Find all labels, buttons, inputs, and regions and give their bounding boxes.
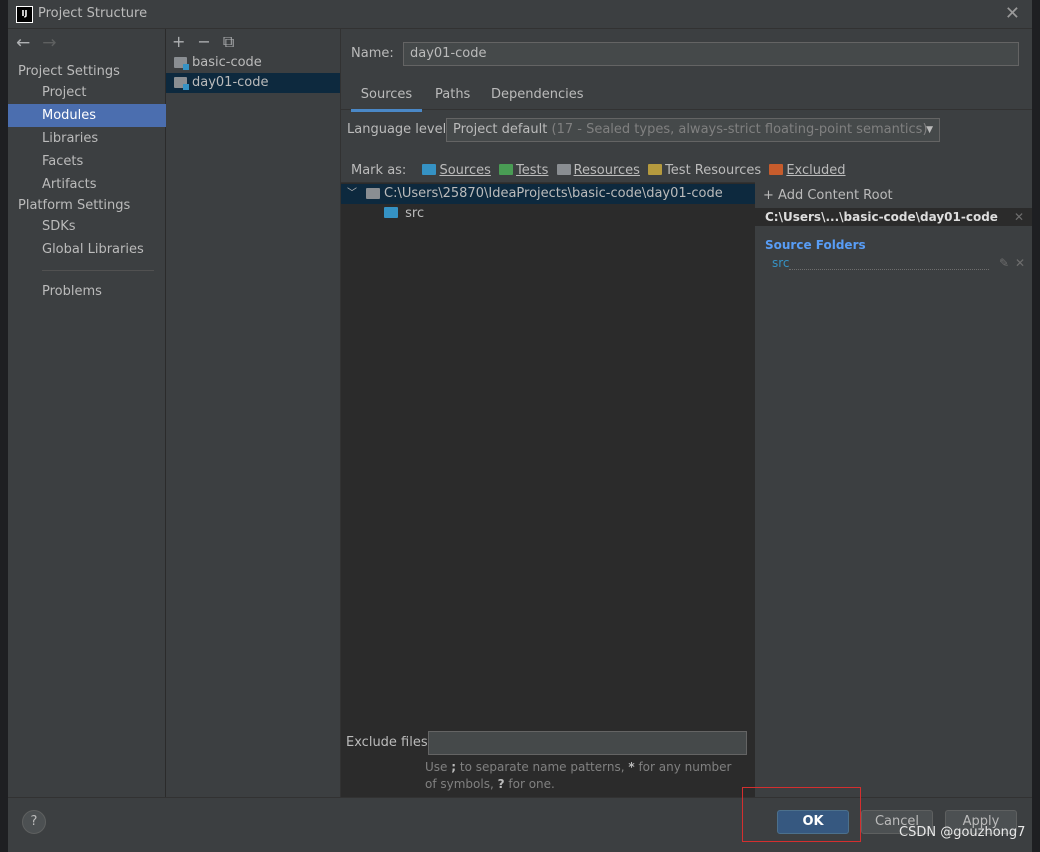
language-level-dropdown[interactable]: Project default (17 - Sealed types, alwa… [446, 118, 940, 142]
platform-settings-heading: Platform Settings [18, 198, 131, 213]
modules-toolbar: + − ⧉ [172, 32, 246, 52]
copy-module-icon[interactable]: ⧉ [223, 32, 234, 51]
content-root-tree: ﹀ C:\Users\25870\IdeaProjects\basic-code… [341, 182, 756, 798]
tree-row-content-root[interactable]: ﹀ C:\Users\25870\IdeaProjects\basic-code… [341, 184, 755, 204]
module-item-basic-code[interactable]: basic-code [166, 53, 340, 73]
sidebar-item-libraries[interactable]: Libraries [8, 127, 166, 150]
sidebar-item-problems[interactable]: Problems [8, 280, 166, 303]
title-bar: IJ Project Structure ✕ [8, 0, 1032, 29]
mark-resources-button[interactable]: Resources [556, 163, 640, 178]
mark-test-resources-button[interactable]: Test Resources [648, 163, 761, 178]
tests-folder-icon [499, 164, 514, 175]
project-settings-heading: Project Settings [18, 64, 120, 79]
module-folder-icon [174, 57, 189, 70]
add-content-root-button[interactable]: + Add Content Root [763, 188, 893, 203]
background-edge-right [1032, 0, 1040, 852]
folder-icon [366, 188, 380, 199]
mark-as-label: Mark as: [351, 163, 407, 178]
help-button[interactable]: ? [22, 810, 46, 834]
module-item-day01-code[interactable]: day01-code [166, 73, 340, 93]
name-label: Name: [351, 46, 394, 61]
tree-row-src[interactable]: src [384, 204, 424, 224]
content-roots-panel: + Add Content Root C:\Users\...\basic-co… [755, 182, 1032, 797]
remove-content-root-icon[interactable]: ✕ [1014, 208, 1024, 226]
mark-as-bar: Mark as: Sources Tests Resources Test Re… [351, 163, 850, 181]
mark-tests-button[interactable]: Tests [499, 163, 548, 178]
source-folders-heading: Source Folders [765, 238, 866, 252]
exclude-files-label: Exclude files: [346, 735, 433, 750]
mark-sources-button[interactable]: Sources [422, 163, 491, 178]
close-icon[interactable]: ✕ [1005, 3, 1020, 24]
module-label: basic-code [192, 55, 262, 70]
language-level-value: Project default [453, 122, 548, 137]
test-resources-folder-icon [648, 164, 663, 175]
module-tabs: Sources Paths Dependencies [341, 85, 1032, 112]
sources-folder-icon [422, 164, 437, 175]
sidebar-item-project[interactable]: Project [8, 81, 166, 104]
plus-icon: + [763, 188, 774, 203]
sidebar-divider [42, 270, 154, 271]
chevron-down-icon[interactable]: ﹀ [347, 184, 357, 204]
mark-excluded-button[interactable]: Excluded [769, 163, 846, 178]
edit-pencil-icon[interactable]: ✎ [999, 256, 1009, 270]
module-label: day01-code [192, 75, 269, 90]
modules-panel: + − ⧉ basic-code day01-code [166, 29, 341, 797]
tree-root-path: C:\Users\25870\IdeaProjects\basic-code\d… [384, 186, 723, 201]
remove-source-folder-icon[interactable]: ✕ [1015, 256, 1025, 270]
source-folder-icon [384, 207, 398, 218]
settings-sidebar: ← → Project Settings Project Modules Libr… [8, 29, 166, 797]
sidebar-item-facets[interactable]: Facets [8, 150, 166, 173]
ok-button[interactable]: OK [777, 810, 849, 834]
source-folder-row: src ✎ ✕ [765, 256, 1029, 272]
forward-arrow-icon[interactable]: → [42, 33, 56, 53]
window-title: Project Structure [38, 6, 148, 21]
module-settings-panel: Name: day01-code Sources Paths Dependenc… [341, 29, 1032, 798]
back-arrow-icon[interactable]: ← [16, 33, 30, 53]
module-name-field[interactable]: day01-code [403, 42, 1019, 66]
dialog-footer: ? OK Cancel Apply [8, 797, 1032, 852]
sidebar-item-modules[interactable]: Modules [8, 104, 166, 127]
chevron-down-icon: ▼ [926, 125, 933, 135]
remove-module-icon[interactable]: − [197, 32, 210, 51]
nav-arrows: ← → [16, 33, 69, 53]
background-edge-left [0, 0, 8, 852]
language-level-label: Language level: [347, 122, 451, 137]
tab-paths[interactable]: Paths [435, 87, 470, 109]
intellij-app-icon: IJ [16, 6, 33, 23]
exclude-files-input[interactable] [428, 731, 747, 755]
sidebar-item-artifacts[interactable]: Artifacts [8, 173, 166, 196]
sidebar-item-global-libraries[interactable]: Global Libraries [8, 238, 166, 261]
dotted-leader [789, 269, 989, 270]
tab-dependencies[interactable]: Dependencies [491, 87, 584, 109]
content-root-path: C:\Users\...\basic-code\day01-code [765, 210, 998, 224]
exclude-files-hint: Use ; to separate name patterns, * for a… [425, 760, 732, 791]
content-root-header: C:\Users\...\basic-code\day01-code ✕ [755, 208, 1032, 226]
resources-folder-icon [556, 164, 571, 175]
tab-sources[interactable]: Sources [351, 87, 422, 112]
sidebar-item-sdks[interactable]: SDKs [8, 215, 166, 238]
language-level-detail: (17 - Sealed types, always-strict floati… [551, 122, 928, 137]
module-folder-icon [174, 77, 189, 90]
watermark: CSDN @gouzhong7 [899, 825, 1026, 840]
source-folder-name: src [772, 256, 790, 270]
excluded-folder-icon [769, 164, 784, 175]
add-module-icon[interactable]: + [172, 32, 185, 51]
tree-src-label: src [405, 206, 425, 221]
